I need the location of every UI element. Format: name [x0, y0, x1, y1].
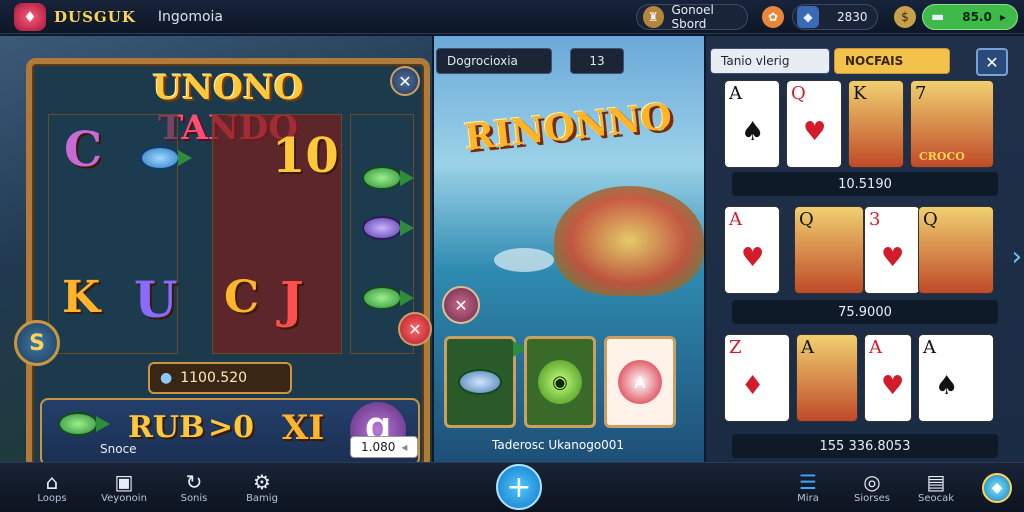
symbol-k: K	[62, 272, 101, 323]
row1-value: 10.5190	[732, 172, 998, 196]
cards-panel[interactable]: Tanio vlerig NOCFAIS ✕ A ♠ Q ♥ K 7 CROCO 10…	[706, 36, 1024, 462]
fish-symbol	[58, 412, 110, 436]
symbol-j: J	[280, 270, 304, 329]
nav-sonis[interactable]: ↻ Sonis	[164, 471, 224, 504]
playing-card[interactable]: Q	[918, 206, 994, 294]
playing-card[interactable]: Q ♥	[786, 80, 842, 168]
fishing-close-icon[interactable]: ✕	[442, 286, 480, 324]
fish-icon	[458, 369, 502, 395]
trophy-icon: ♜	[643, 6, 664, 28]
cards-tab-active[interactable]: NOCFAIS	[834, 48, 950, 74]
row3-value: 155 336.8053	[732, 434, 998, 458]
plus-icon: +	[506, 469, 532, 505]
symbol-c2: C	[224, 272, 260, 323]
gift-icon[interactable]: ✿	[762, 6, 784, 28]
gem-icon: ●	[160, 370, 173, 386]
total-tag: 1.080 ◂	[350, 436, 419, 458]
shop-icon: ▤	[926, 470, 946, 494]
symbol-10: 10	[272, 128, 339, 184]
fish-art	[554, 186, 704, 296]
fish-card-2[interactable]: ◉	[524, 336, 596, 428]
slot-cancel-icon[interactable]: ✕	[398, 312, 432, 346]
bet-value: 1100.520	[180, 370, 248, 386]
slot-panel[interactable]: UNONO TANDO ✕ C 10 K U C J S ✕ ● 1100.52…	[0, 36, 432, 470]
gems-value: 2830	[837, 10, 868, 24]
next-arrow-icon[interactable]: ›	[1012, 242, 1022, 272]
slot-close-icon[interactable]: ✕	[390, 66, 420, 96]
balance-chip[interactable]: ▬ 85.0 ▸	[922, 4, 1018, 30]
cards-close-icon[interactable]: ✕	[976, 48, 1008, 76]
nav-bamig[interactable]: ⚙ Bamig	[232, 471, 292, 504]
playing-card[interactable]: Z ♦	[724, 334, 790, 422]
symbol-rub: RUB	[128, 410, 205, 445]
fishing-title: RINONNO	[462, 95, 674, 159]
add-funds-icon[interactable]: ▸	[1000, 10, 1006, 24]
nav-siorses[interactable]: ◎ Siorses	[842, 471, 902, 504]
wild-badge[interactable]: S	[14, 320, 60, 366]
nav-seocak[interactable]: ▤ Seocak	[906, 471, 966, 504]
app-logo[interactable]: ♦	[14, 2, 46, 31]
gem-icon: ◆	[797, 6, 819, 28]
list-icon: ☰	[799, 470, 817, 494]
home-icon: ⌂	[45, 470, 59, 494]
row2-value: 75.9000	[732, 300, 998, 324]
playing-card[interactable]: 3 ♥	[864, 206, 920, 294]
symbol-xi: XI	[282, 408, 325, 448]
balance-value: 85.0	[962, 10, 992, 24]
fish-symbol	[140, 146, 192, 170]
cards-tab[interactable]: Tanio vlerig	[710, 48, 830, 74]
playing-card[interactable]: A ♥	[724, 206, 780, 294]
bet-box[interactable]: ● 1100.520	[148, 362, 292, 394]
fish-symbol	[362, 216, 414, 240]
league-chip-label: Gonoel Sbord	[671, 3, 714, 31]
card-icon: A	[618, 360, 662, 404]
symbol-gt0: >0	[208, 410, 255, 445]
fish-symbol	[362, 166, 414, 190]
refresh-icon: ↻	[185, 470, 203, 494]
league-chip[interactable]: ♜ Gonoel Sbord	[636, 3, 748, 31]
slot-caption: Snoce	[100, 442, 137, 456]
symbol-c: C	[64, 122, 103, 178]
fishing-caption: Taderosc Ukanogo001	[492, 438, 625, 452]
symbol-u: U	[134, 270, 178, 329]
add-button[interactable]: +	[496, 464, 542, 510]
fishing-tab[interactable]: Dogrocioxia	[436, 48, 552, 74]
fish-card-3[interactable]: A	[604, 336, 676, 428]
nav-mira[interactable]: ☰ Mira	[778, 471, 838, 504]
playing-card[interactable]: A ♥	[864, 334, 912, 422]
diamond-icon[interactable]: ◆	[982, 473, 1012, 503]
gear-icon: ⚙	[253, 470, 271, 494]
playing-card[interactable]: 7 CROCO	[910, 80, 994, 168]
playing-card[interactable]: A ♠	[918, 334, 994, 422]
playing-card[interactable]: A	[796, 334, 858, 422]
top-tab[interactable]: Ingomoia	[158, 9, 223, 25]
eye-fish-icon: ◉	[538, 360, 582, 404]
nav-veyonoin[interactable]: ▣ Veyonoin	[94, 471, 154, 504]
playing-card[interactable]: Q	[794, 206, 864, 294]
nav-loops[interactable]: ⌂ Loops	[22, 471, 82, 504]
coin-icon[interactable]: $	[894, 6, 916, 28]
brand-name: DUSGUK	[54, 7, 136, 26]
fish-symbol	[362, 286, 414, 310]
playing-card[interactable]: K	[848, 80, 904, 168]
playing-card[interactable]: A ♠	[724, 80, 780, 168]
fish-card-1[interactable]	[444, 336, 516, 428]
fishing-panel[interactable]: Dogrocioxia 13 RINONNO ✕ ◉ A Taderosc Uk…	[434, 36, 704, 462]
gems-chip[interactable]: ◆ 2830	[792, 4, 878, 30]
top-bar: ♦ DUSGUK Ingomoia ♜ Gonoel Sbord ✿ ◆ 283…	[0, 0, 1024, 34]
wallet-icon: ▬	[931, 9, 945, 25]
gallery-icon: ▣	[114, 470, 134, 494]
fishing-count[interactable]: 13	[570, 48, 624, 74]
water-splash	[494, 248, 554, 272]
chat-icon: ◎	[863, 470, 881, 494]
